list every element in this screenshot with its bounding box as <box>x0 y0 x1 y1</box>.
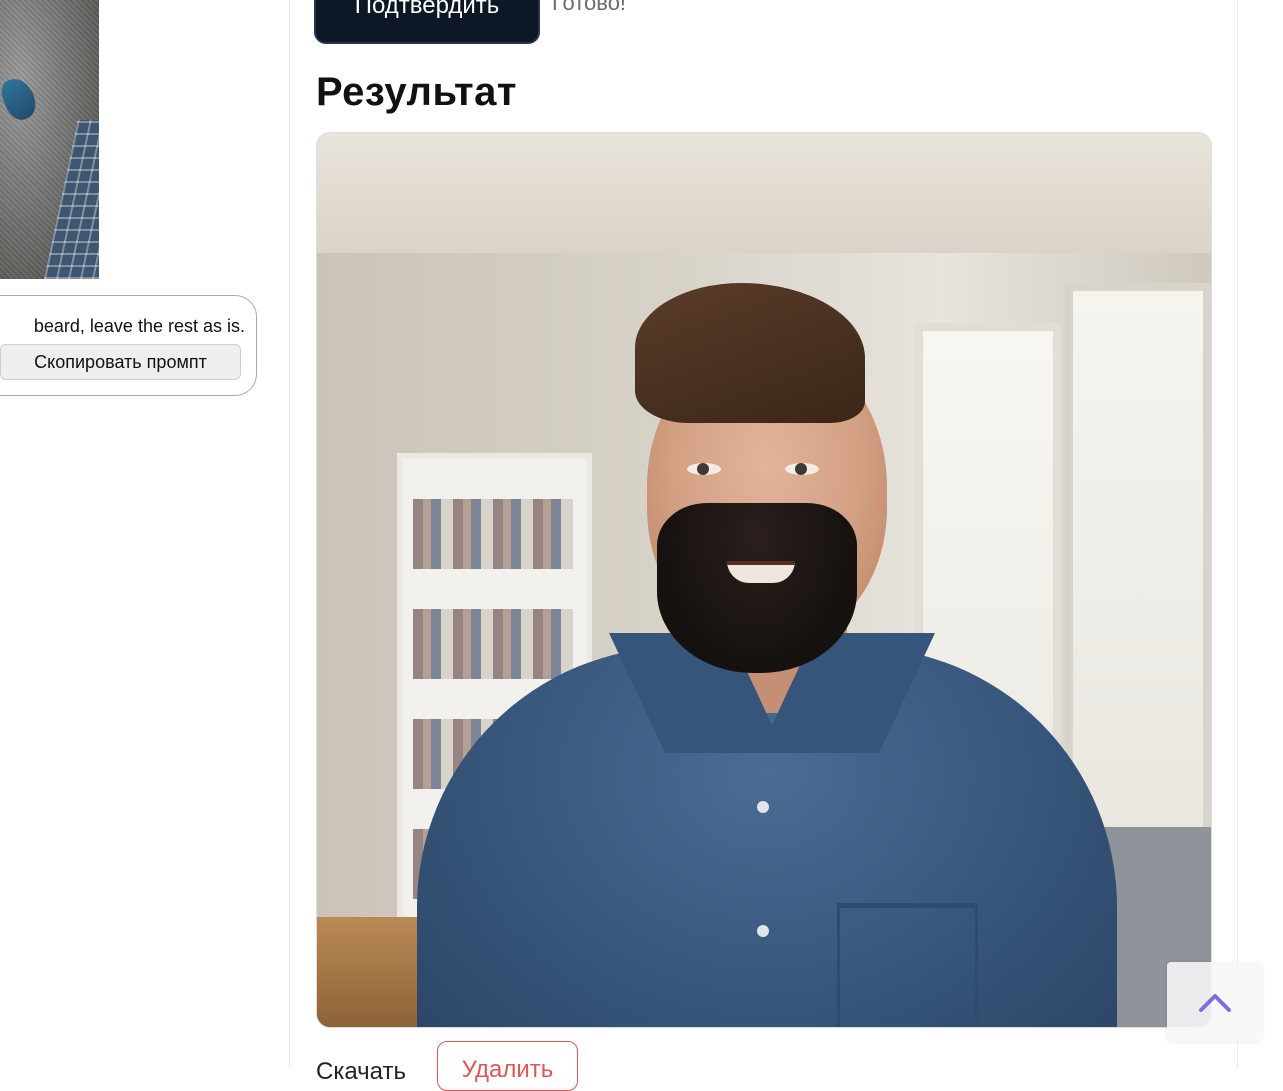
shirt-button <box>757 801 769 813</box>
hair <box>635 283 865 423</box>
shirt-button <box>757 925 769 937</box>
status-text: Готово! <box>552 0 627 15</box>
result-title: Результат <box>316 70 517 114</box>
column-divider-right <box>1237 0 1238 1068</box>
eye-left <box>687 463 721 475</box>
source-photo <box>0 0 99 279</box>
beard <box>657 503 857 673</box>
shirt-pocket <box>837 903 978 1027</box>
column-divider-left <box>289 0 290 1068</box>
download-link[interactable]: Скачать <box>316 1058 406 1086</box>
chevron-up-icon <box>1198 993 1231 1012</box>
scroll-to-top-button[interactable] <box>1167 962 1262 1041</box>
eye-right <box>785 463 819 475</box>
result-image <box>316 132 1212 1028</box>
copy-prompt-button[interactable]: Скопировать промпт <box>0 344 241 380</box>
prompt-text: beard, leave the rest as is. <box>33 316 245 336</box>
confirm-button[interactable]: Подтвердить <box>314 0 540 44</box>
delete-button[interactable]: Удалить <box>437 1041 578 1091</box>
room-ceiling <box>317 133 1211 253</box>
